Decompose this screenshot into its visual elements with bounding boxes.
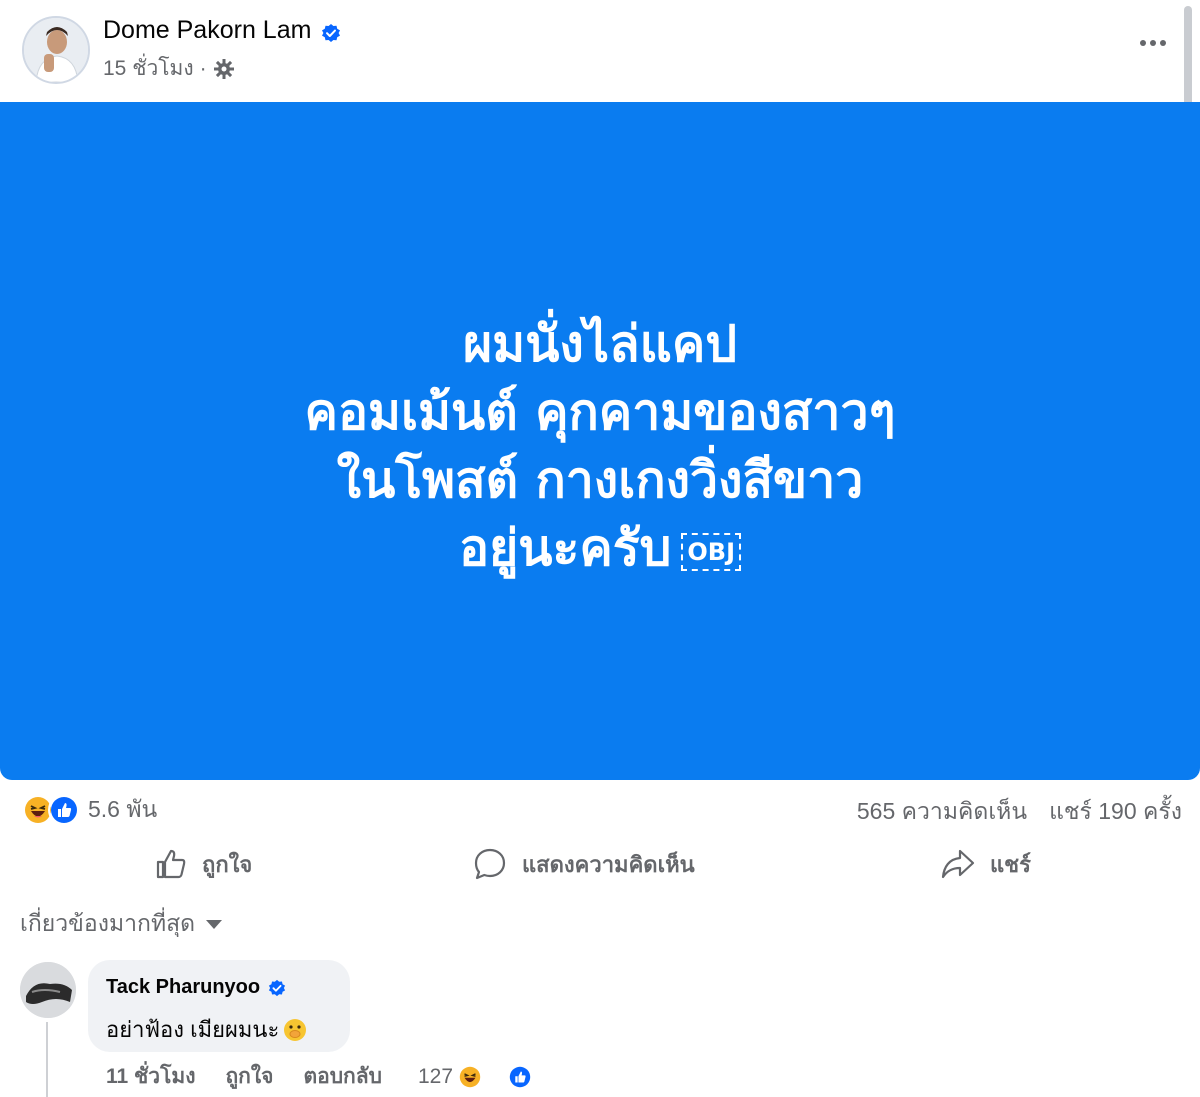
like-icon: [507, 1063, 534, 1090]
meta-separator: ·: [199, 56, 207, 80]
post-text-line: ผมนั่งไล่แคป: [462, 315, 738, 373]
commenter-avatar[interactable]: [20, 962, 76, 1018]
caret-down-icon: [206, 920, 223, 929]
comments-count[interactable]: 565 ความคิดเห็น: [857, 794, 1027, 830]
author-name[interactable]: Dome Pakorn Lam: [103, 16, 341, 45]
reactions-summary[interactable]: 5.6 พัน: [22, 792, 157, 828]
post-text-line: คอมเม้นต์ คุกคามของสาวๆ: [304, 383, 896, 441]
reply-thread-line: [46, 1022, 48, 1097]
shares-count[interactable]: แชร์ 190 ครั้ง: [1049, 794, 1182, 830]
face-with-hand-over-mouth-icon: [283, 1018, 307, 1042]
comment-reactions-count: 127: [417, 1064, 454, 1088]
verified-badge-icon: [321, 21, 341, 42]
comment-reply-link[interactable]: ตอบกลับ: [303, 1060, 382, 1093]
post-text-line: อยู่นะครับ: [458, 519, 672, 577]
comment-button[interactable]: แสดงความคิดเห็น: [472, 838, 695, 890]
post-text-line: ในโพสต์ กางเกงวิ่งสีขาว: [336, 451, 864, 509]
commenter-name-text[interactable]: Tack Pharunyoo: [106, 976, 260, 999]
comment-timestamp[interactable]: 11 ชั่วโมง: [106, 1060, 195, 1093]
author-avatar[interactable]: [22, 16, 90, 84]
comment-bubble-icon: [474, 848, 506, 880]
engagement-counts: 565 ความคิดเห็น แชร์ 190 ครั้ง: [857, 794, 1182, 830]
comment-like-link[interactable]: ถูกใจ: [225, 1060, 273, 1093]
comment-label: แสดงความคิดเห็น: [522, 851, 695, 877]
post-text-line-last: อยู่นะครับ OBJ: [305, 514, 896, 582]
commenter-name[interactable]: Tack Pharunyoo: [106, 976, 286, 999]
comment-bubble: Tack Pharunyoo อย่าฟ้อง เมียผมนะ: [88, 960, 350, 1052]
like-icon: [48, 794, 80, 826]
settings-gear-icon[interactable]: [213, 58, 235, 80]
comment-meta: 11 ชั่วโมง ถูกใจ ตอบกลับ 127: [106, 1060, 563, 1093]
reactions-count[interactable]: 5.6 พัน: [88, 792, 157, 828]
like-label: ถูกใจ: [202, 851, 253, 877]
share-button[interactable]: แชร์: [940, 838, 1031, 890]
like-button[interactable]: ถูกใจ: [154, 838, 252, 890]
object-replacement-symbol: OBJ: [681, 532, 742, 571]
thumbs-up-icon: [156, 849, 186, 879]
comment-text: อย่าฟ้อง เมียผมนะ: [106, 1012, 307, 1047]
post-timestamp[interactable]: 15 ชั่วโมง: [103, 52, 194, 85]
more-horizontal-icon[interactable]: [1136, 28, 1170, 58]
post-actions: ถูกใจ แสดงความคิดเห็น แชร์: [0, 838, 1200, 890]
comment-reactions[interactable]: 127: [417, 1063, 563, 1090]
post-text-background: ผมนั่งไล่แคป คอมเม้นต์ คุกคามของสาวๆ ในโ…: [0, 102, 1200, 780]
comment-sort-dropdown[interactable]: เกี่ยวข้องมากที่สุด: [20, 906, 223, 942]
post-meta: 15 ชั่วโมง ·: [103, 52, 235, 85]
post-text: ผมนั่งไล่แคป คอมเม้นต์ คุกคามของสาวๆ ในโ…: [305, 310, 896, 582]
share-arrow-icon: [941, 849, 975, 879]
post-header: Dome Pakorn Lam 15 ชั่วโมง ·: [0, 0, 1200, 102]
comment-sort-label: เกี่ยวข้องมากที่สุด: [20, 910, 196, 936]
author-name-text[interactable]: Dome Pakorn Lam: [103, 16, 311, 45]
verified-badge-icon: [268, 979, 286, 997]
comment-text-content: อย่าฟ้อง เมียผมนะ: [106, 1017, 280, 1042]
share-label: แชร์: [990, 851, 1031, 877]
haha-icon: [457, 1063, 484, 1090]
